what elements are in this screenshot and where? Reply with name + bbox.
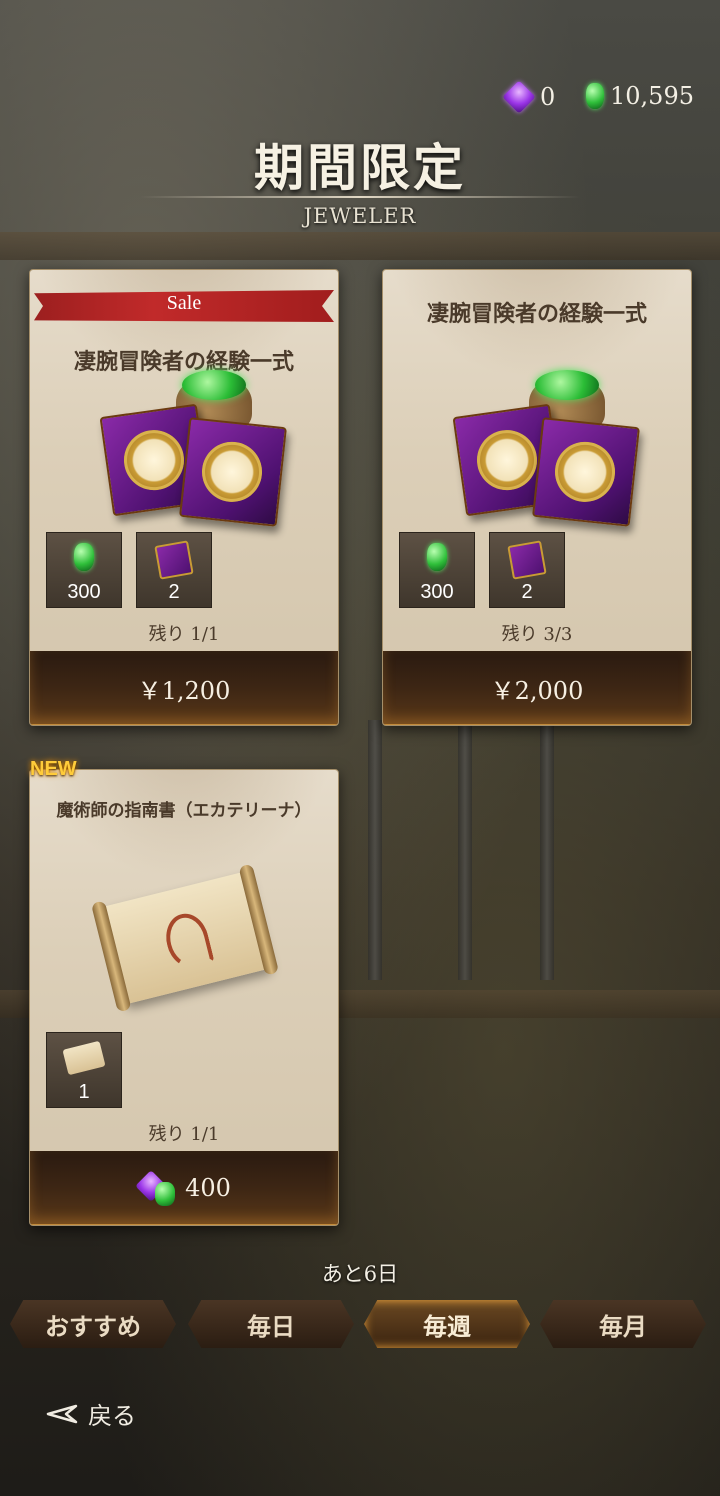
item-list: 1 — [46, 1032, 122, 1108]
gem-currency: 10,595 — [586, 82, 694, 110]
tab-daily[interactable]: 毎日 — [188, 1300, 354, 1348]
back-arrow-icon — [46, 1404, 78, 1423]
green-gems-icon — [535, 370, 599, 400]
price-label: ￥2,000 — [490, 676, 584, 705]
page-title: 期間限定 — [254, 138, 466, 197]
background-beam — [0, 232, 720, 260]
tab-weekly[interactable]: 毎週 — [364, 1300, 530, 1348]
buy-button[interactable]: ￥1,200 — [30, 651, 338, 725]
sale-label: Sale — [166, 292, 202, 314]
offer-name: 凄腕冒険者の経験一式 — [426, 301, 647, 327]
price-label: ￥1,200 — [137, 676, 231, 705]
item-tile[interactable]: 1 — [46, 1032, 122, 1108]
item-tile[interactable]: 2 — [136, 532, 212, 608]
item-tile[interactable]: 300 — [46, 532, 122, 608]
gem-currency-value: 10,595 — [610, 82, 694, 110]
purple-book-icon — [507, 540, 547, 580]
price-label: 400 — [185, 1174, 231, 1202]
remaining-count: 残り 3/3 — [501, 624, 573, 645]
item-qty: 300 — [420, 581, 454, 603]
background-bar — [540, 720, 554, 980]
offer-card[interactable]: Sale 凄腕冒険者の経験一式 300 2 残り 1/1 ￥1,200 — [29, 269, 339, 726]
period-tabs: おすすめ 毎日 毎週 毎月 — [10, 1300, 710, 1350]
premium-gem-icon — [135, 1168, 177, 1208]
clock-book-icon — [179, 417, 287, 527]
scroll-icon — [62, 1040, 106, 1076]
premium-currency-value: 0 — [540, 83, 556, 111]
green-gem-icon — [427, 543, 447, 571]
title-divider — [140, 196, 580, 198]
green-gem-icon — [74, 543, 94, 571]
remaining-count: 残り 1/1 — [148, 1124, 220, 1145]
bundle-image — [451, 370, 640, 527]
clock-book-icon — [532, 417, 640, 527]
green-gem-icon — [586, 83, 604, 109]
premium-currency: 0 — [502, 80, 556, 114]
new-badge: NEW — [30, 758, 77, 780]
item-list: 300 2 — [399, 532, 565, 608]
purple-book-icon — [154, 540, 194, 580]
item-list: 300 2 — [46, 532, 212, 608]
purple-gem-icon — [502, 80, 536, 114]
item-qty: 2 — [168, 581, 180, 603]
buy-button[interactable]: ￥2,000 — [383, 651, 691, 725]
green-gems-icon — [182, 370, 246, 400]
scroll-icon — [100, 871, 270, 1005]
bundle-image — [98, 370, 287, 527]
item-qty: 2 — [521, 581, 533, 603]
back-button[interactable]: 戻る — [44, 1396, 136, 1431]
tab-monthly[interactable]: 毎月 — [540, 1300, 706, 1348]
item-tile[interactable]: 300 — [399, 532, 475, 608]
offer-card[interactable]: 魔術師の指南書（エカテリーナ） 1 残り 1/1 400 — [29, 769, 339, 1226]
back-label: 戻る — [88, 1402, 136, 1430]
time-remaining: あと6日 — [321, 1262, 399, 1286]
offer-card[interactable]: 凄腕冒険者の経験一式 300 2 残り 3/3 ￥2,000 — [382, 269, 692, 726]
remaining-count: 残り 1/1 — [148, 624, 220, 645]
item-qty: 1 — [78, 1081, 90, 1103]
page-subtitle: JEWELER — [303, 204, 417, 228]
offer-name: 魔術師の指南書（エカテリーナ） — [56, 801, 312, 821]
item-qty: 300 — [67, 581, 101, 603]
background-bar — [458, 720, 472, 980]
item-tile[interactable]: 2 — [489, 532, 565, 608]
tab-recommended[interactable]: おすすめ — [10, 1300, 176, 1348]
buy-button[interactable]: 400 — [30, 1151, 338, 1225]
background-bar — [368, 720, 382, 980]
